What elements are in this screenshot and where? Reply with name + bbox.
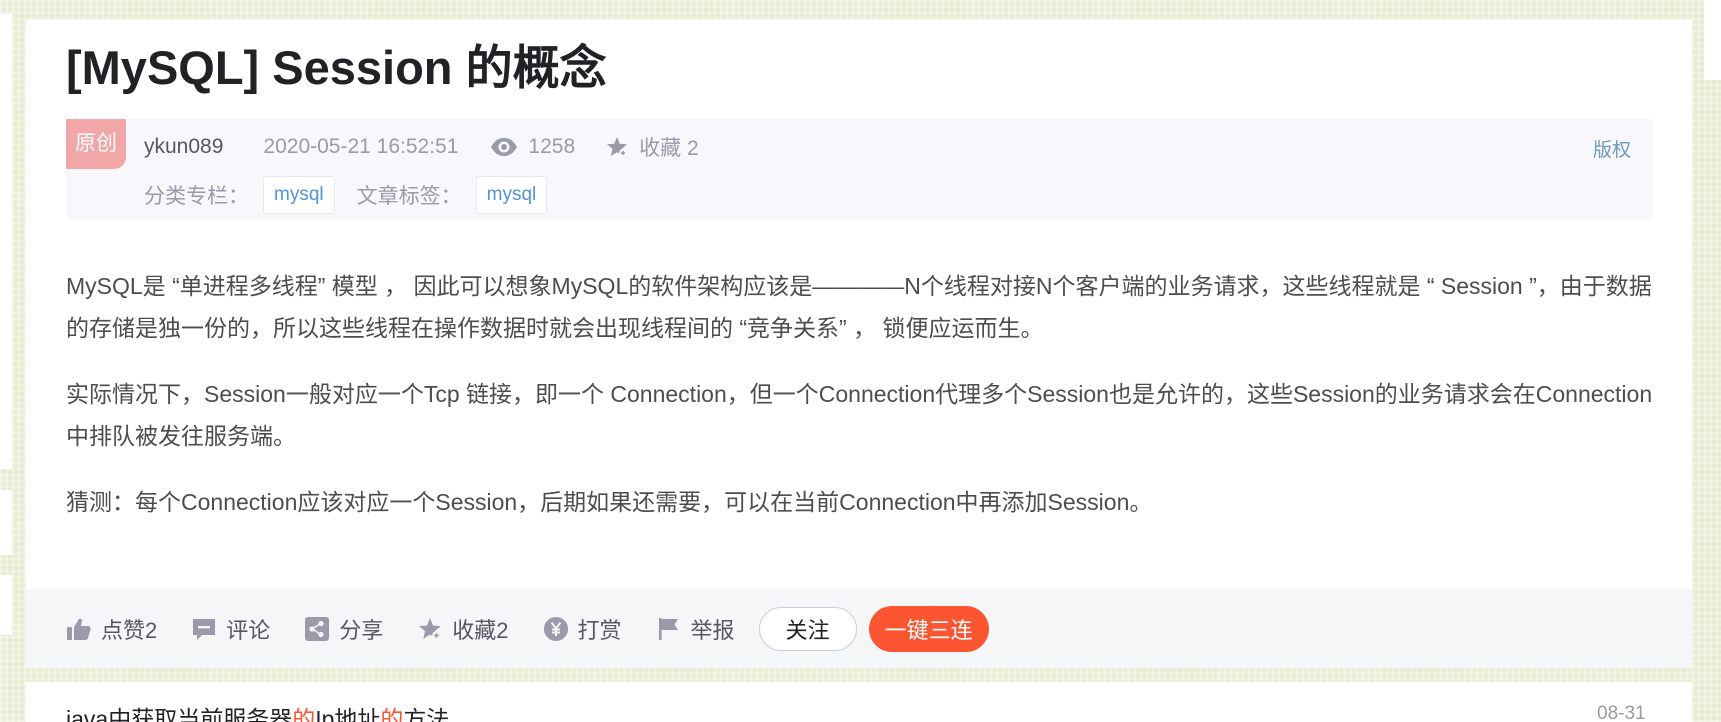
comment-label: 评论 [226,617,271,643]
left-strip-upper [0,14,12,469]
related-title-part: 方法 [403,706,450,722]
like-label: 点赞2 [101,617,158,643]
follow-button[interactable]: 关注 [758,606,857,651]
share-button[interactable]: 分享 [304,613,383,645]
article-tags-row: 分类专栏： mysql 文章标签： mysql [144,175,569,215]
views-count: 1258 [528,135,576,158]
article-paragraph: 猜测：每个Connection应该对应一个Session，后期如果还需要，可以在… [66,489,1153,515]
collect-label: 收藏2 [452,617,509,643]
comment-button[interactable]: 评论 [191,613,270,645]
article-meta-info: ykun089 2020-05-21 16:52:51 1258 收藏 2 [144,132,729,162]
right-strip [1704,0,1721,80]
article-paragraph: MySQL是 “单进程多线程” 模型 ， 因此可以想象MySQL的软件架构应该是… [66,273,1652,341]
share-icon [305,616,330,641]
article-tag[interactable]: mysql [475,176,548,214]
article-title: [MySQL] Session 的概念 [66,41,607,94]
like-button[interactable]: 点赞2 [66,613,157,645]
share-label: 分享 [339,617,384,643]
reward-button[interactable]: 打赏 [543,613,622,645]
copyright-link[interactable]: 版权 [1593,135,1631,162]
publish-date: 2020-05-21 16:52:51 [263,135,459,158]
related-article-title[interactable]: java中获取当前服务器的Ip地址的方法 [66,700,449,722]
report-button[interactable]: 举报 [656,613,735,645]
author-name[interactable]: ykun089 [144,135,223,159]
flag-icon [658,617,678,640]
category-label: 分类专栏： [144,185,249,208]
article-content: MySQL是 “单进程多线程” 模型 ， 因此可以想象MySQL的软件架构应该是… [66,265,1666,547]
star-collect-icon [607,137,628,157]
collect-stat[interactable]: 收藏 2 [605,132,699,162]
reward-label: 打赏 [577,617,622,643]
related-article-card[interactable]: java中获取当前服务器的Ip地址的方法 08-31 [26,682,1692,722]
related-title-highlight: 的 [380,706,404,722]
star-collect-icon [419,617,442,640]
left-strip-middle [0,490,12,555]
article-paragraph: 实际情况下，Session一般对应一个Tcp 链接，即一个 Connection… [66,381,1653,449]
related-title-part: Ip地址 [315,706,381,722]
related-title-highlight: 的 [292,706,316,722]
category-tag[interactable]: mysql [263,176,335,214]
comment-icon [193,618,216,640]
article-toolbar: 点赞2 评论 分享 收藏2 打赏 举报 关注 一键三连 [26,589,1692,668]
left-strip-lower [0,575,12,635]
collect-button[interactable]: 收藏2 [417,613,509,645]
related-title-part: java中获取当前服务器 [66,706,293,722]
yuan-coin-icon [543,616,568,641]
related-article-date: 08-31 [1597,703,1646,722]
article-card: [MySQL] Session 的概念 原创 ykun089 2020-05-2… [26,20,1692,668]
collect-count: 收藏 2 [639,137,699,160]
original-badge: 原创 [66,119,126,169]
thumbs-up-icon [67,618,91,640]
views-stat: 1258 [490,135,575,159]
eye-icon [491,138,518,156]
triple-action-button[interactable]: 一键三连 [868,605,989,652]
report-label: 举报 [690,617,735,643]
tags-label: 文章标签： [356,185,462,208]
